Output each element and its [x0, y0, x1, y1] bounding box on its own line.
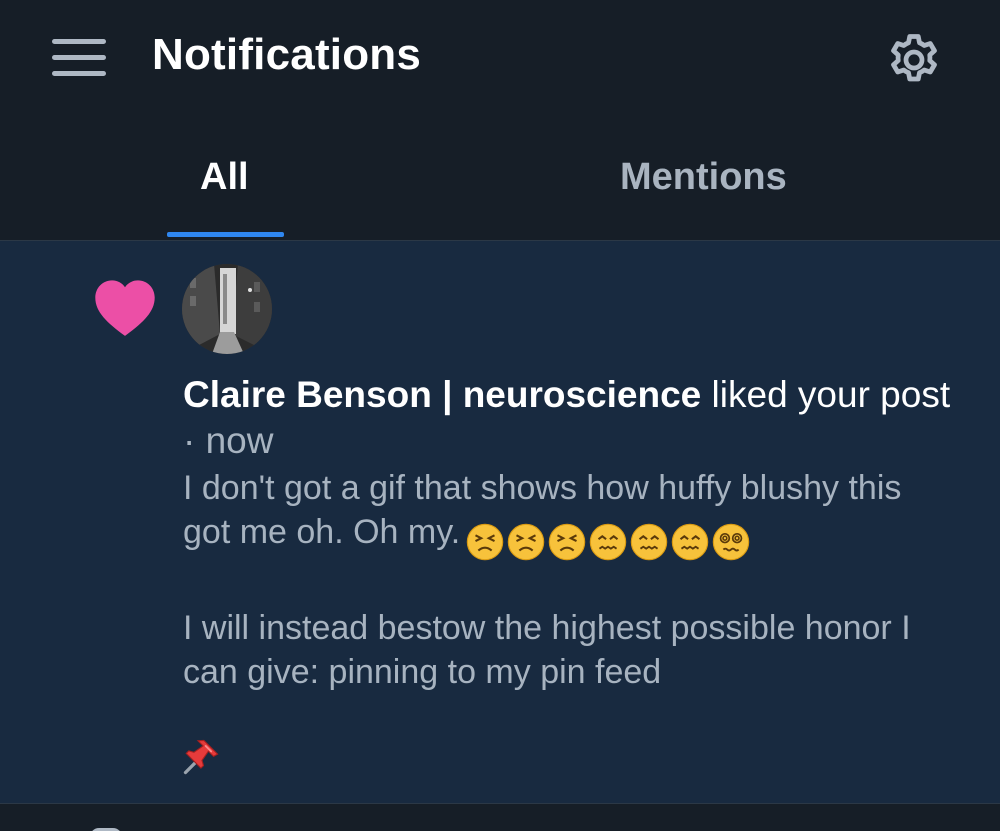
active-tab-indicator — [167, 232, 284, 237]
post-preview[interactable]: I don't got a gif that shows how huffy b… — [183, 466, 943, 694]
notification-action: liked your post — [701, 374, 951, 415]
top-bar: Notifications — [0, 0, 1000, 118]
heart-icon — [95, 280, 155, 336]
confounded-face-emoji — [630, 523, 668, 561]
tab-bar: All Mentions — [0, 118, 1000, 241]
post-text-paragraph2: I will instead bestow the highest possib… — [183, 609, 921, 691]
emoji-row — [466, 518, 753, 562]
tab-mentions[interactable]: Mentions — [620, 156, 787, 199]
time-separator: · — [183, 420, 206, 461]
persevering-face-emoji — [507, 523, 545, 561]
tab-all[interactable]: All — [200, 156, 249, 199]
notifications-screen: Notifications All Mentions Claire Benson… — [0, 0, 1000, 831]
persevering-face-emoji — [466, 523, 504, 561]
page-title: Notifications — [152, 30, 422, 79]
timestamp: now — [205, 420, 274, 461]
avatar[interactable] — [182, 264, 272, 354]
hamburger-menu-icon[interactable] — [52, 37, 106, 79]
confounded-face-emoji — [671, 523, 709, 561]
confounded-face-emoji — [589, 523, 627, 561]
gear-icon[interactable] — [884, 30, 944, 90]
face-with-spiral-eyes-emoji — [712, 523, 750, 561]
author-name[interactable]: Claire Benson | neuroscience — [183, 374, 701, 415]
pushpin-icon — [183, 739, 219, 775]
notification-summary: Claire Benson | neuroscience liked your … — [183, 372, 963, 464]
persevering-face-emoji — [548, 523, 586, 561]
next-notification-peek — [0, 804, 1000, 831]
